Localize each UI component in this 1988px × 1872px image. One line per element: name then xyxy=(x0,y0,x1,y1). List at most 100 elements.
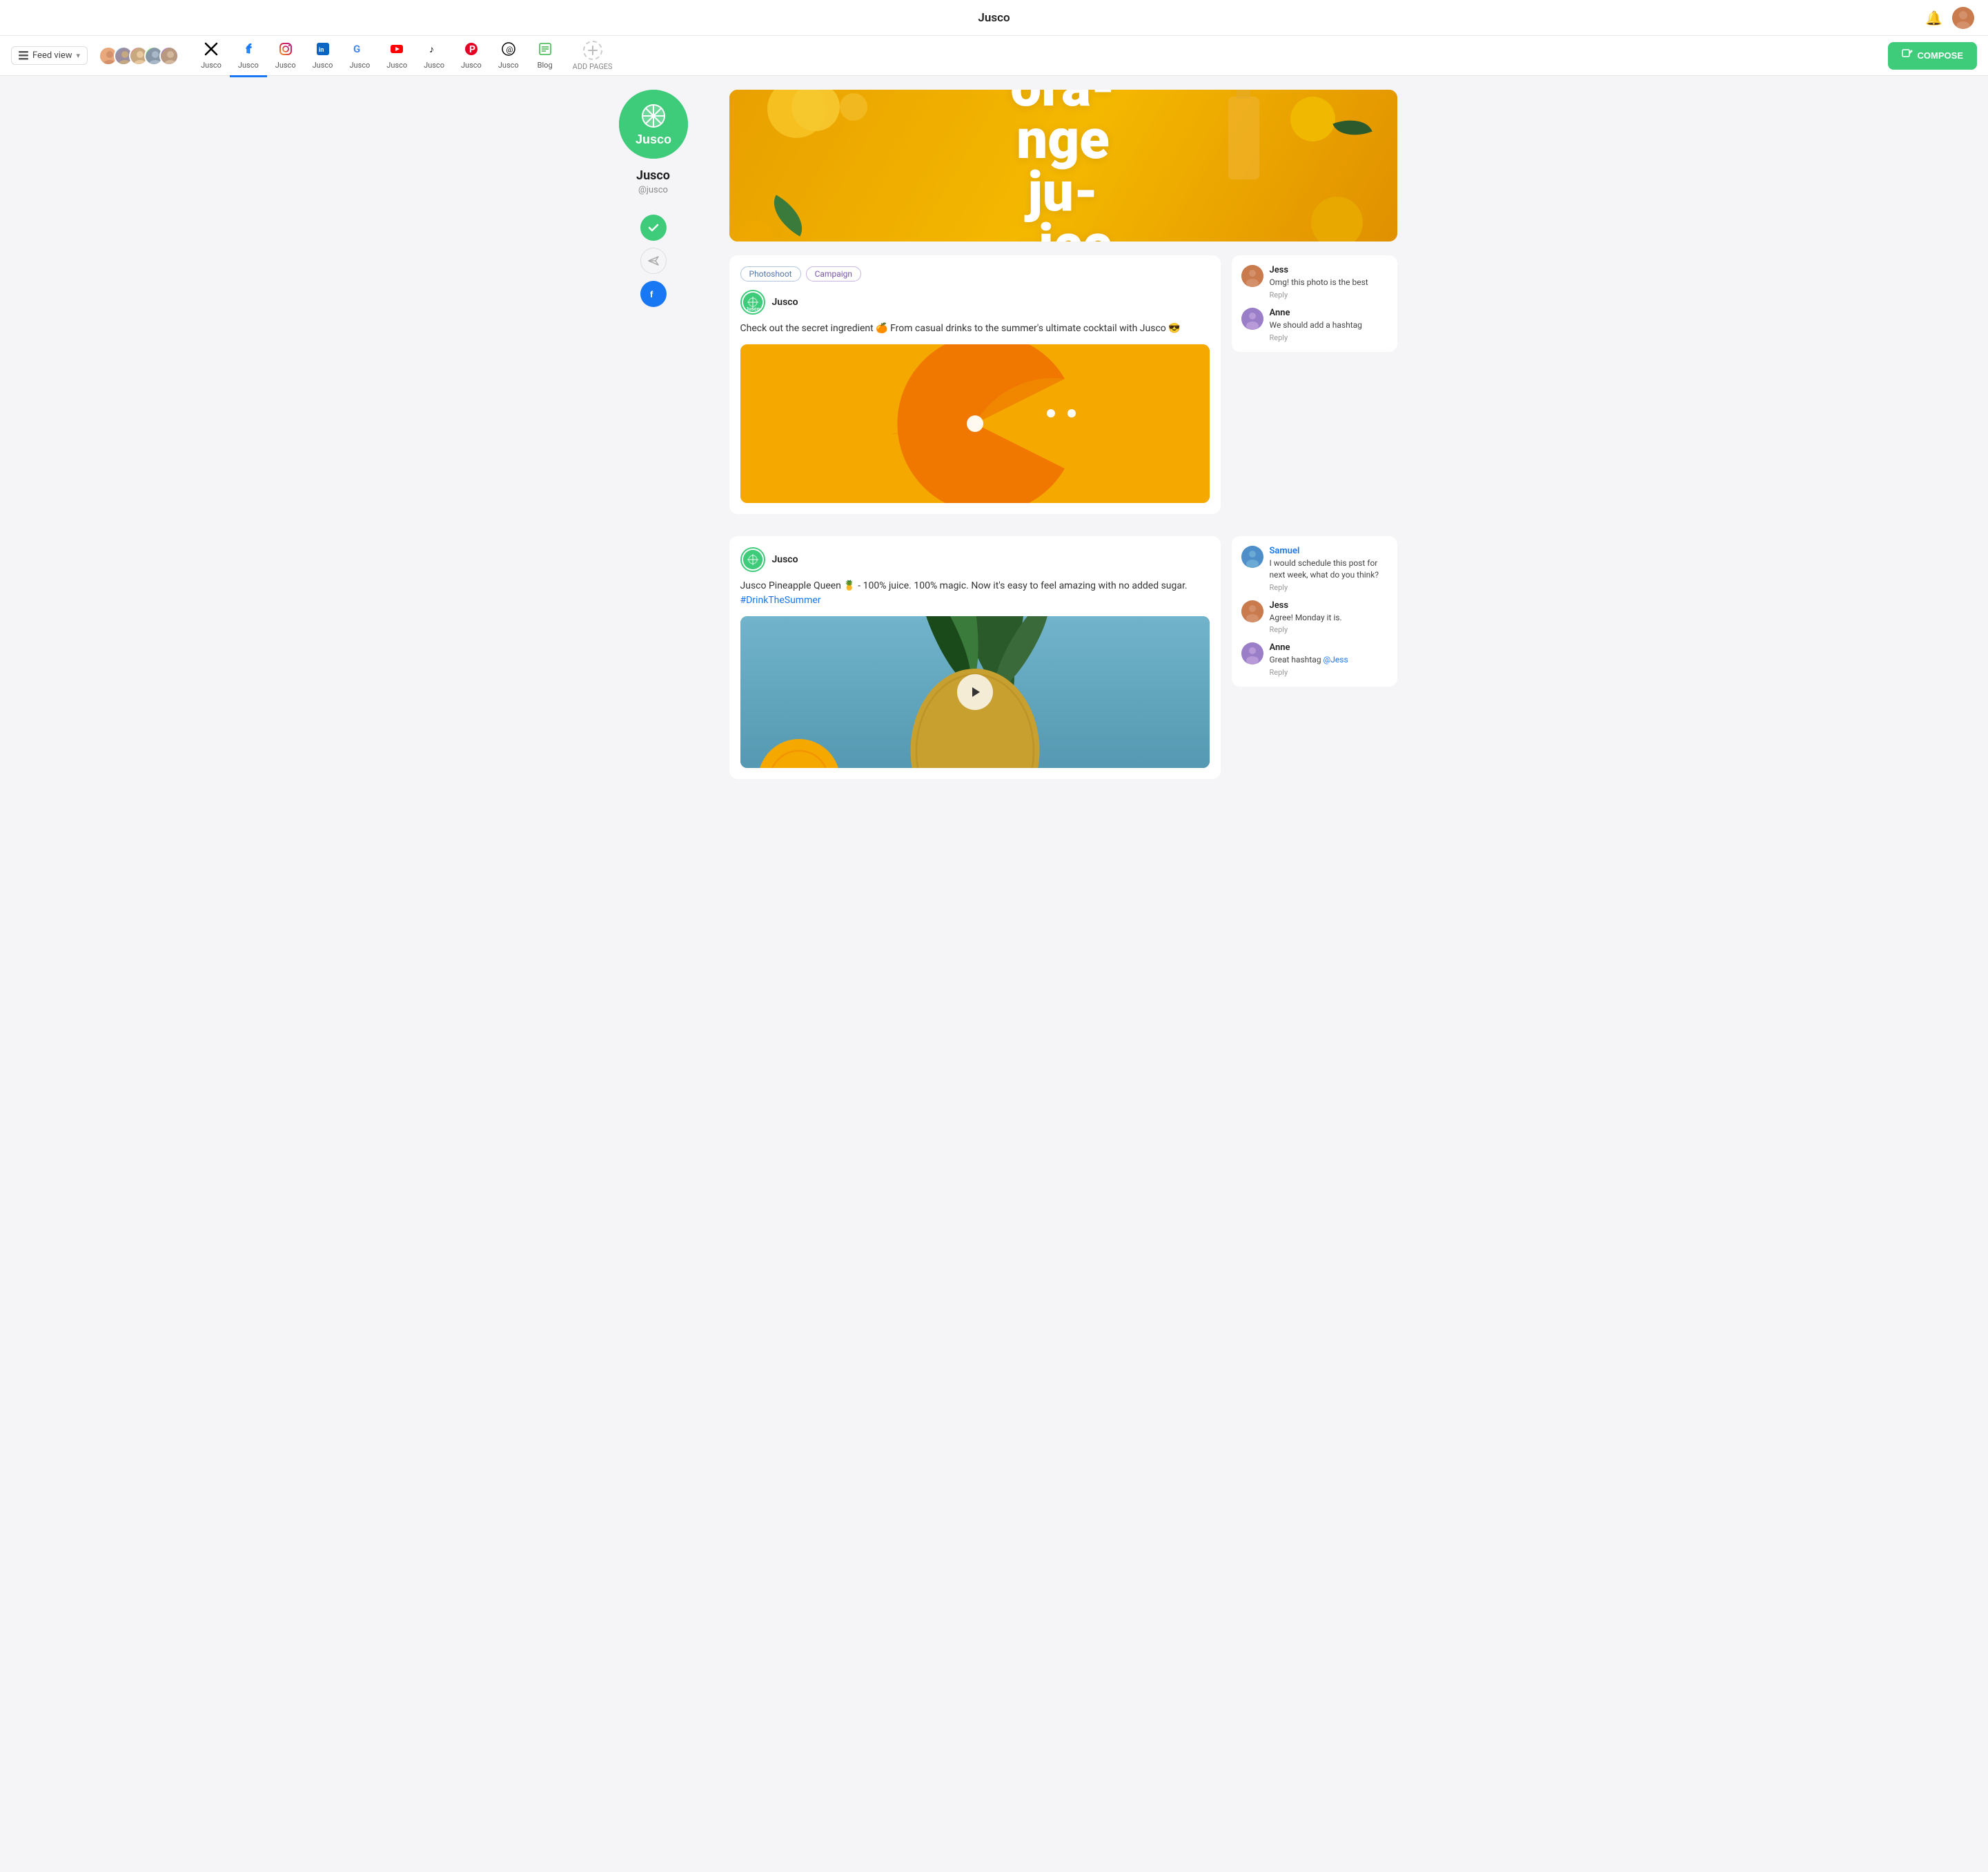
topbar: Jusco 🔔 xyxy=(0,0,1988,36)
check-button[interactable] xyxy=(640,215,667,241)
compose-icon xyxy=(1902,49,1913,63)
facebook-profile-button[interactable]: f xyxy=(640,281,667,307)
main-layout: Jusco Jusco @jusco f xyxy=(580,76,1408,815)
nav-label-google: Jusco xyxy=(349,61,370,70)
feed-column: ora- nge ju- -ice Photoshoot Campaign xyxy=(729,90,1397,801)
nav-label-tiktok: Jusco xyxy=(424,61,444,70)
comment-text-jess-2: Agree! Monday it is. xyxy=(1270,612,1388,624)
nav-label-threads: Jusco xyxy=(498,61,519,70)
nav-label-blog: Blog xyxy=(538,61,553,70)
bell-icon[interactable]: 🔔 xyxy=(1925,10,1942,26)
user-avatar-top[interactable] xyxy=(1952,7,1974,29)
cover-banner: ora- nge ju- -ice xyxy=(729,90,1397,242)
nav-item-instagram[interactable]: Jusco xyxy=(267,34,304,77)
comment-anne-2: Anne Great hashtag @Jess Reply xyxy=(1241,642,1388,677)
comment-anne-1: Anne We should add a hashtag Reply xyxy=(1241,308,1388,342)
post-2-avatar-inner xyxy=(743,550,762,569)
comment-anne-1-content: Anne We should add a hashtag Reply xyxy=(1270,308,1388,342)
hashtag-drinkthesummer[interactable]: #DrinkTheSummer xyxy=(740,595,821,606)
nav-label-instagram: Jusco xyxy=(275,61,296,70)
commenter-name-anne-1: Anne xyxy=(1270,308,1388,318)
tag-photoshoot[interactable]: Photoshoot xyxy=(740,266,801,282)
post-1-text: Check out the secret ingredient 🍊 From c… xyxy=(740,322,1210,336)
svg-text:P: P xyxy=(469,44,475,55)
svg-text:Jusco: Jusco xyxy=(635,132,671,146)
reply-samuel[interactable]: Reply xyxy=(1270,583,1388,592)
cover-content: ora- nge ju- -ice xyxy=(729,90,1397,242)
chevron-down-icon: ▾ xyxy=(77,51,81,60)
facebook-icon: f xyxy=(239,39,258,59)
comment-jess-2-content: Jess Agree! Monday it is. Reply xyxy=(1270,600,1388,635)
commenter-name-anne-2: Anne xyxy=(1270,642,1388,653)
svg-text:♪: ♪ xyxy=(429,44,434,55)
comment-jess-1-content: Jess Omg! this photo is the best Reply xyxy=(1270,265,1388,299)
topbar-right: 🔔 xyxy=(1925,7,1974,29)
nav-item-facebook[interactable]: f Jusco xyxy=(230,34,267,77)
nav-item-blog[interactable]: Blog xyxy=(527,34,563,77)
youtube-icon xyxy=(387,39,406,59)
orange-slice-image xyxy=(740,344,1210,503)
cover-text-line2: nge xyxy=(1010,113,1116,166)
add-pages-button[interactable]: ADD PAGES xyxy=(563,35,622,77)
linkedin-icon: in xyxy=(313,39,333,59)
post-2-video[interactable] xyxy=(740,616,1210,768)
commenter-name-jess-1: Jess xyxy=(1270,265,1388,275)
nav-item-tiktok[interactable]: ♪ Jusco xyxy=(415,34,453,77)
reply-jess-2[interactable]: Reply xyxy=(1270,625,1388,634)
team-avatar-5[interactable] xyxy=(159,46,179,66)
svg-text:G: G xyxy=(353,43,360,55)
reply-anne-1[interactable]: Reply xyxy=(1270,333,1388,342)
comment-text-anne-2: Great hashtag @Jess xyxy=(1270,654,1388,666)
svg-text:f: f xyxy=(650,289,653,299)
app-title: Jusco xyxy=(978,11,1010,25)
tag-campaign[interactable]: Campaign xyxy=(806,266,861,282)
send-icon xyxy=(647,255,660,267)
reply-jess-1[interactable]: Reply xyxy=(1270,290,1388,299)
compose-button[interactable]: COMPOSE xyxy=(1888,42,1977,70)
google-icon: G xyxy=(350,39,369,59)
sidebar-actions: f xyxy=(640,215,667,307)
compose-label: COMPOSE xyxy=(1918,50,1963,61)
nav-item-threads[interactable]: @ Jusco xyxy=(490,34,527,77)
comment-jess-1: Jess Omg! this photo is the best Reply xyxy=(1241,265,1388,299)
feed-view-icon xyxy=(19,51,28,61)
comment-samuel: Samuel I would schedule this post for ne… xyxy=(1241,546,1388,592)
feed-view-label: Feed view xyxy=(32,50,72,61)
nav-label-x: Jusco xyxy=(201,61,222,70)
play-button[interactable] xyxy=(957,674,993,710)
post-2-text: Jusco Pineapple Queen 🍍 - 100% juice. 10… xyxy=(740,579,1210,608)
comment-text-jess-1: Omg! this photo is the best xyxy=(1270,277,1388,288)
comment-anne-2-content: Anne Great hashtag @Jess Reply xyxy=(1270,642,1388,677)
team-avatars[interactable] xyxy=(99,46,179,66)
post-1-username: Jusco xyxy=(772,297,798,308)
nav-item-google[interactable]: G Jusco xyxy=(341,34,378,77)
send-button[interactable] xyxy=(640,248,667,274)
brand-avatar: Jusco xyxy=(619,90,688,159)
post-2-header: Jusco xyxy=(740,547,1210,572)
nav-label-facebook: Jusco xyxy=(238,61,259,70)
comment-text-samuel: I would schedule this post for next week… xyxy=(1270,558,1388,581)
post-2-avatar xyxy=(740,547,765,572)
post-row-1: Photoshoot Campaign Jusco xyxy=(729,255,1397,525)
cover-text-line4: -ice xyxy=(1010,218,1116,242)
nav-item-linkedin[interactable]: in Jusco xyxy=(304,34,342,77)
post-row-2: Jusco Jusco Pineapple Queen 🍍 - 100% jui… xyxy=(729,536,1397,790)
play-icon xyxy=(968,685,982,699)
reply-anne-2[interactable]: Reply xyxy=(1270,668,1388,677)
svg-text:@: @ xyxy=(506,46,513,55)
nav-label-linkedin: Jusco xyxy=(313,61,333,70)
nav-item-pinterest[interactable]: P Jusco xyxy=(453,34,490,77)
nav-item-youtube[interactable]: Jusco xyxy=(378,34,415,77)
commenter-name-samuel: Samuel xyxy=(1270,546,1388,556)
svg-text:in: in xyxy=(319,47,324,54)
comments-section-2: Samuel I would schedule this post for ne… xyxy=(1232,536,1397,687)
comment-jess-2: Jess Agree! Monday it is. Reply xyxy=(1241,600,1388,635)
platform-nav: Jusco f Jusco xyxy=(193,34,1887,77)
feed-view-selector[interactable]: Feed view ▾ xyxy=(11,46,88,65)
tiktok-icon: ♪ xyxy=(424,39,444,59)
commenter-name-jess-2: Jess xyxy=(1270,600,1388,611)
mention-jess[interactable]: @Jess xyxy=(1323,655,1348,664)
nav-item-x[interactable]: Jusco xyxy=(193,34,230,77)
check-icon xyxy=(647,221,660,234)
add-pages-label: ADD PAGES xyxy=(573,62,613,71)
